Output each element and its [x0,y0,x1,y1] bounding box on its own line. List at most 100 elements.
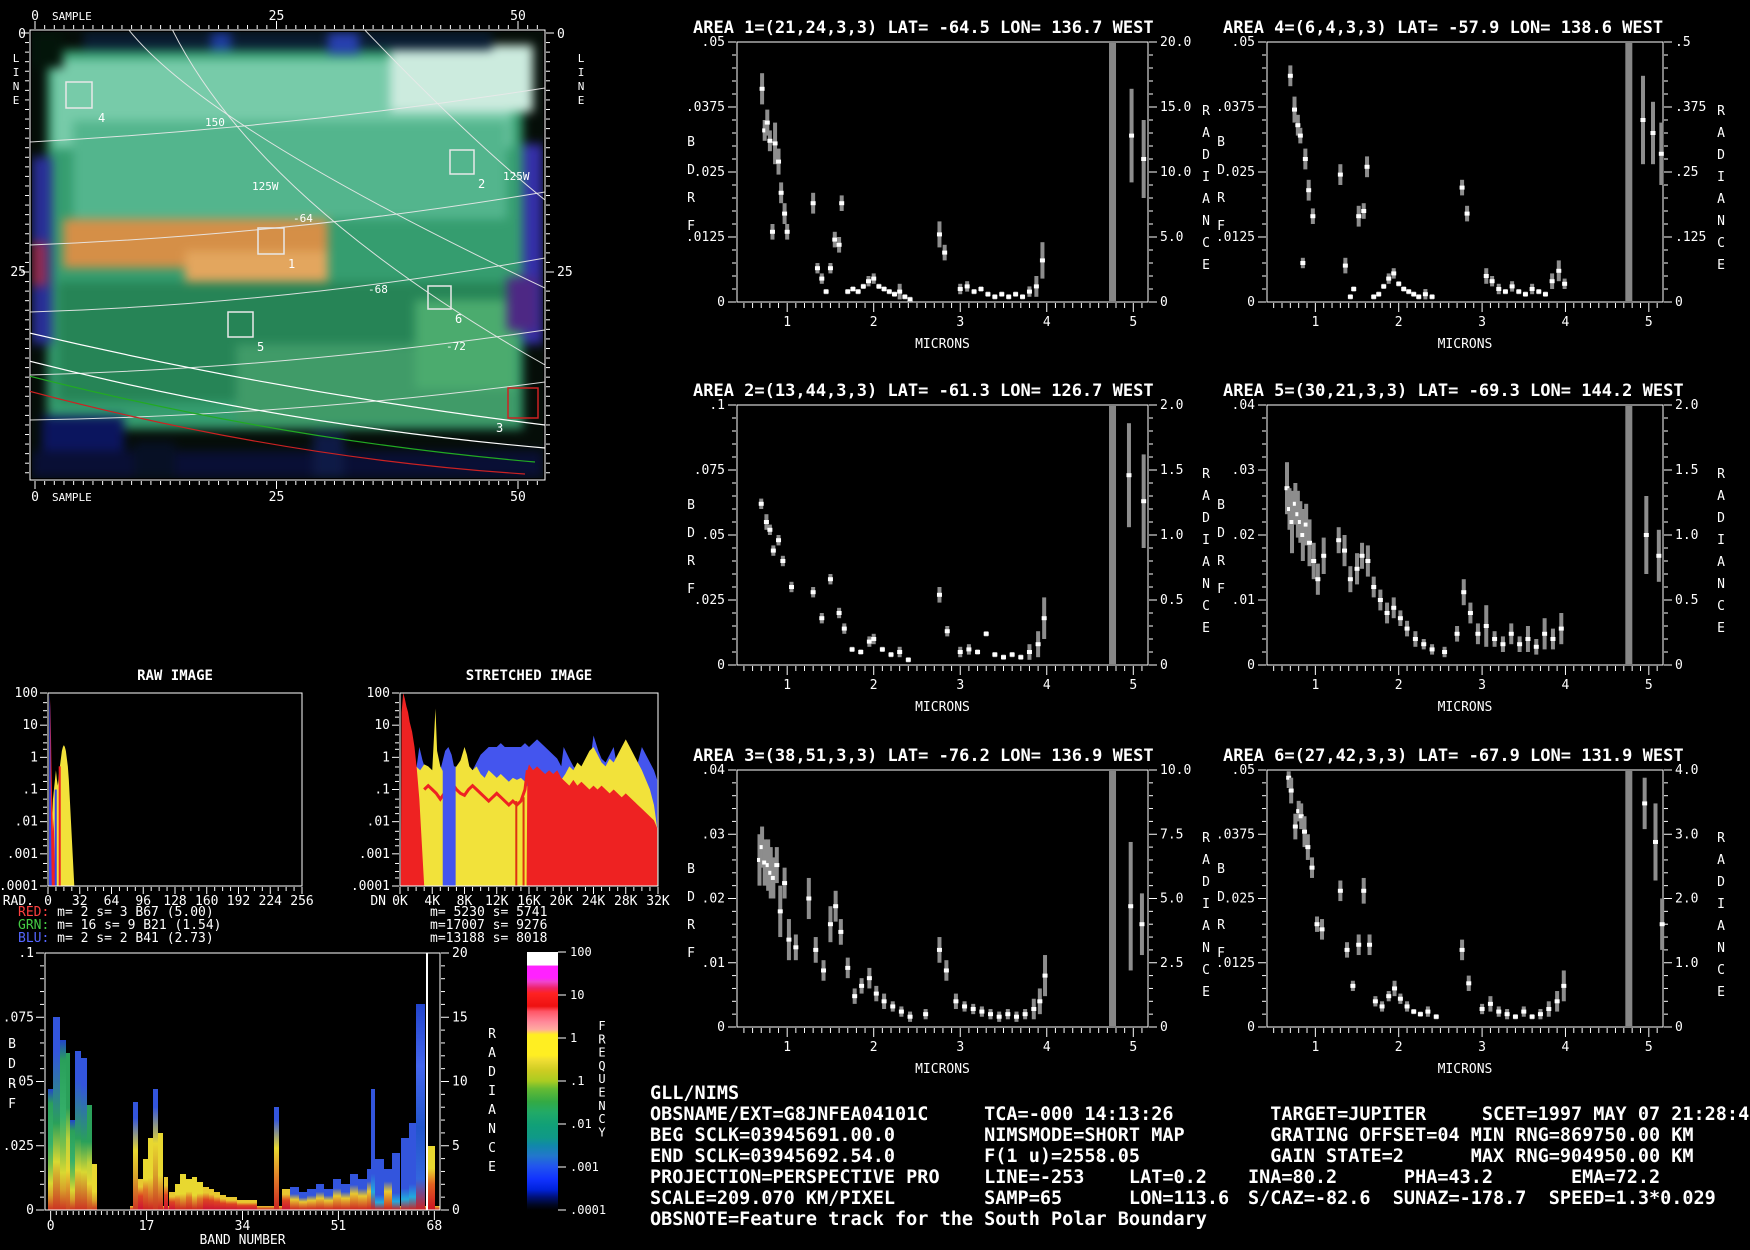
svg-text:0: 0 [717,295,725,310]
svg-text:34: 34 [235,1219,251,1234]
area-plot-title: AREA 6=(27,42,3,3) LAT= -67.9 LON= 131.9… [1223,746,1684,766]
metadata-block-right: TARGET=JUPITER SCET=1997 MAY 07 21:28:47… [1248,1104,1750,1209]
svg-text:D: D [687,890,695,905]
spectrogram-heatmap [45,953,440,1210]
svg-text:N: N [578,80,585,93]
svg-text:.025: .025 [1224,892,1255,907]
svg-text:I: I [1202,897,1210,912]
spectrogram-column [236,1199,249,1210]
svg-text:0: 0 [44,894,52,909]
svg-text:20K: 20K [550,894,574,909]
svg-text:F: F [1217,946,1225,961]
svg-text:A: A [1717,489,1725,504]
channel-stats: GRN: m= 16 s= 9 B21 (1.54) [18,918,222,933]
svg-text:.0125: .0125 [686,230,725,245]
svg-text:1.0: 1.0 [1675,956,1698,971]
svg-text:B: B [687,135,695,150]
spectrogram-column [375,1158,384,1210]
svg-text:7.5: 7.5 [1160,827,1183,842]
svg-text:B: B [687,862,695,877]
svg-text:.025: .025 [3,1139,34,1154]
svg-text:R: R [488,1027,496,1042]
svg-text:R: R [1717,467,1725,482]
spectrogram-column [290,1186,299,1210]
svg-text:15.0: 15.0 [1160,100,1191,115]
svg-text:.05: .05 [702,35,725,50]
svg-text:.075: .075 [3,1010,34,1025]
svg-text:F: F [1217,582,1225,597]
svg-text:.01: .01 [367,815,390,830]
svg-text:0: 0 [31,490,39,505]
svg-text:3: 3 [1478,315,1486,330]
svg-text:.01: .01 [570,1117,592,1131]
svg-text:C: C [1202,599,1210,614]
svg-text:128: 128 [163,894,186,909]
spectrogram-column [80,1058,88,1210]
svg-text:2.0: 2.0 [1675,398,1698,413]
svg-text:224: 224 [259,894,283,909]
svg-text:25: 25 [557,265,573,280]
svg-text:C: C [1717,963,1725,978]
svg-text:D: D [1717,875,1725,890]
svg-text:.1: .1 [18,946,34,961]
cursor-line [426,953,428,1210]
svg-text:A: A [1717,126,1725,141]
svg-text:SAMPLE: SAMPLE [52,10,92,23]
detector-gap-bar [1109,771,1117,1026]
svg-text:E: E [488,1160,496,1175]
svg-text:3: 3 [956,1040,964,1055]
stretch-stats: m=17007 s= 9276 [430,918,547,933]
svg-text:.1: .1 [22,783,38,798]
svg-text:1: 1 [570,1031,577,1045]
spectrogram-column [392,1153,401,1210]
stretch-stats: m=13188 s= 8018 [430,931,547,946]
svg-text:15: 15 [452,1010,468,1025]
channel-stats: BLU: m= 2 s= 2 B41 (2.73) [18,931,214,946]
svg-text:2.5: 2.5 [1160,956,1183,971]
svg-text:D: D [1217,890,1225,905]
svg-text:I: I [488,1084,496,1099]
svg-text:R: R [1202,467,1210,482]
spectrogram-column [349,1174,359,1210]
svg-text:64: 64 [104,894,120,909]
svg-text:0: 0 [31,9,39,24]
svg-text:C: C [488,1141,496,1156]
svg-text:50: 50 [510,9,526,24]
area-plot-2: AREA 4=(6,4,3,3) LAT= -57.9 LON= 138.6 W… [1216,18,1725,352]
svg-text:.0001: .0001 [0,879,38,894]
svg-text:0: 0 [47,1219,55,1234]
svg-text:R: R [8,1077,16,1092]
svg-text:160: 160 [195,894,218,909]
svg-text:10.0: 10.0 [1160,165,1191,180]
svg-text:A: A [488,1103,496,1118]
raw-image-title: RAW IMAGE [137,668,213,684]
area-plot-title: AREA 4=(6,4,3,3) LAT= -57.9 LON= 138.6 W… [1223,18,1663,38]
svg-text:28K: 28K [614,894,638,909]
svg-text:5: 5 [1129,678,1137,693]
area-plot-6: AREA 6=(27,42,3,3) LAT= -67.9 LON= 131.9… [1216,746,1725,1077]
area-plot-title: AREA 5=(30,21,3,3) LAT= -69.3 LON= 144.2… [1223,381,1684,401]
svg-text:R: R [687,554,695,569]
area-plot-4: AREA 5=(30,21,3,3) LAT= -69.3 LON= 144.2… [1217,381,1725,715]
svg-text:F: F [687,219,695,234]
svg-text:DN: DN [370,894,386,909]
svg-text:.0001: .0001 [351,879,390,894]
svg-text:2.0: 2.0 [1675,892,1698,907]
svg-text:24K: 24K [582,894,606,909]
band-number-axis-label: BAND NUMBER [199,1233,286,1248]
spectrogram-column [92,1163,97,1210]
svg-text:.075: .075 [694,463,725,478]
svg-text:.375: .375 [1675,100,1706,115]
spectrogram-column [163,1176,168,1210]
svg-text:2: 2 [1395,315,1403,330]
svg-text:A: A [1202,192,1210,207]
svg-text:N: N [1717,577,1725,592]
svg-text:.0375: .0375 [1216,827,1255,842]
svg-text:R: R [687,191,695,206]
svg-text:.0375: .0375 [1216,100,1255,115]
svg-text:B: B [1217,862,1225,877]
svg-text:MICRONS: MICRONS [915,337,970,352]
svg-text:68: 68 [427,1219,443,1234]
svg-text:E: E [1717,985,1725,1000]
svg-text:10: 10 [570,988,584,1002]
